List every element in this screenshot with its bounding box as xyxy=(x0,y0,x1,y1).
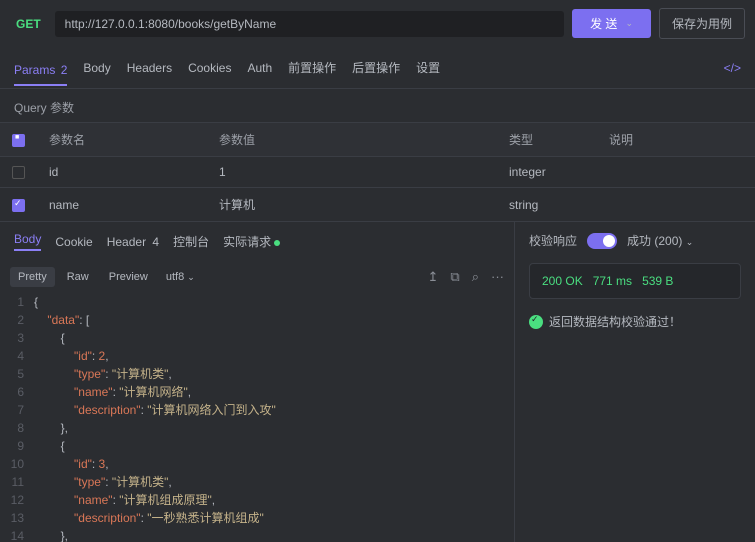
param-desc-cell[interactable] xyxy=(597,157,755,188)
tab-settings[interactable]: 设置 xyxy=(416,55,440,80)
tab-params[interactable]: Params 2 xyxy=(14,59,67,86)
resp-tab-console[interactable]: 控制台 xyxy=(173,233,209,250)
row-checkbox[interactable] xyxy=(12,166,25,179)
tab-headers[interactable]: Headers xyxy=(127,57,172,79)
param-desc-cell[interactable] xyxy=(597,188,755,222)
copy-icon[interactable]: ⧉ xyxy=(450,269,459,285)
send-button[interactable]: 发 送 ⌄ xyxy=(572,9,651,38)
param-name-cell[interactable]: name xyxy=(37,188,207,222)
response-body-code[interactable]: 1{2 "data": [3 {4 "id": 2,5 "type": "计算机… xyxy=(0,293,514,542)
success-status-select[interactable]: 成功 (200) ⌄ xyxy=(627,232,693,249)
chevron-down-icon: ⌄ xyxy=(187,272,195,282)
extract-icon[interactable]: ↥ xyxy=(428,269,439,285)
format-pretty-button[interactable]: Pretty xyxy=(10,267,55,287)
response-stats: 200 OK 771 ms 539 B xyxy=(529,263,741,299)
code-view-icon[interactable]: </> xyxy=(724,61,741,75)
param-name-cell[interactable]: id xyxy=(37,157,207,188)
format-preview-button[interactable]: Preview xyxy=(101,267,156,287)
search-icon[interactable]: ⌕ xyxy=(472,269,479,285)
format-raw-button[interactable]: Raw xyxy=(59,267,97,287)
url-input[interactable] xyxy=(55,11,564,37)
tab-body[interactable]: Body xyxy=(83,57,110,79)
col-desc: 说明 xyxy=(597,123,755,157)
checkbox-all[interactable] xyxy=(12,134,25,147)
resp-tab-actual[interactable]: 实际请求 xyxy=(223,233,280,250)
indicator-dot-icon xyxy=(274,240,280,246)
table-row[interactable]: name 计算机 string xyxy=(0,188,755,222)
tab-cookies[interactable]: Cookies xyxy=(188,57,231,79)
row-checkbox[interactable] xyxy=(12,199,25,212)
chevron-down-icon: ⌄ xyxy=(625,18,633,29)
validate-label: 校验响应 xyxy=(529,232,577,249)
col-value: 参数值 xyxy=(207,123,497,157)
table-header-row: 参数名 参数值 类型 说明 xyxy=(0,123,755,157)
status-code: 200 OK xyxy=(542,274,583,288)
col-name: 参数名 xyxy=(37,123,207,157)
tab-auth[interactable]: Auth xyxy=(247,57,272,79)
save-as-case-button[interactable]: 保存为用例 xyxy=(659,8,745,39)
encoding-select[interactable]: utf8 ⌄ xyxy=(166,271,195,283)
col-type: 类型 xyxy=(497,123,597,157)
chevron-down-icon: ⌄ xyxy=(686,237,694,247)
tab-post-request[interactable]: 后置操作 xyxy=(352,55,400,80)
tab-pre-request[interactable]: 前置操作 xyxy=(288,55,336,80)
http-method[interactable]: GET xyxy=(10,17,47,31)
resp-tab-cookie[interactable]: Cookie xyxy=(55,235,92,249)
query-params-table: 参数名 参数值 类型 说明 id 1 integer name 计算机 stri… xyxy=(0,122,755,221)
resp-tab-body[interactable]: Body xyxy=(14,232,41,251)
query-section-label: Query 参数 xyxy=(0,89,755,122)
resp-tab-header[interactable]: Header 4 xyxy=(107,235,159,249)
more-icon[interactable]: ··· xyxy=(491,269,504,285)
validate-toggle[interactable] xyxy=(587,233,617,249)
request-tabs: Params 2 Body Headers Cookies Auth 前置操作 … xyxy=(0,47,755,89)
response-size: 539 B xyxy=(642,274,673,288)
param-type-cell[interactable]: string xyxy=(497,188,597,222)
param-type-cell[interactable]: integer xyxy=(497,157,597,188)
response-time: 771 ms xyxy=(593,274,632,288)
validation-pass-message: 返回数据结构校验通过！ xyxy=(529,313,741,330)
check-circle-icon xyxy=(529,315,543,329)
send-button-label: 发 送 xyxy=(590,15,617,32)
param-value-cell[interactable]: 计算机 xyxy=(207,188,497,222)
response-tabs: Body Cookie Header 4 控制台 实际请求 xyxy=(0,222,514,261)
table-row[interactable]: id 1 integer xyxy=(0,157,755,188)
param-value-cell[interactable]: 1 xyxy=(207,157,497,188)
